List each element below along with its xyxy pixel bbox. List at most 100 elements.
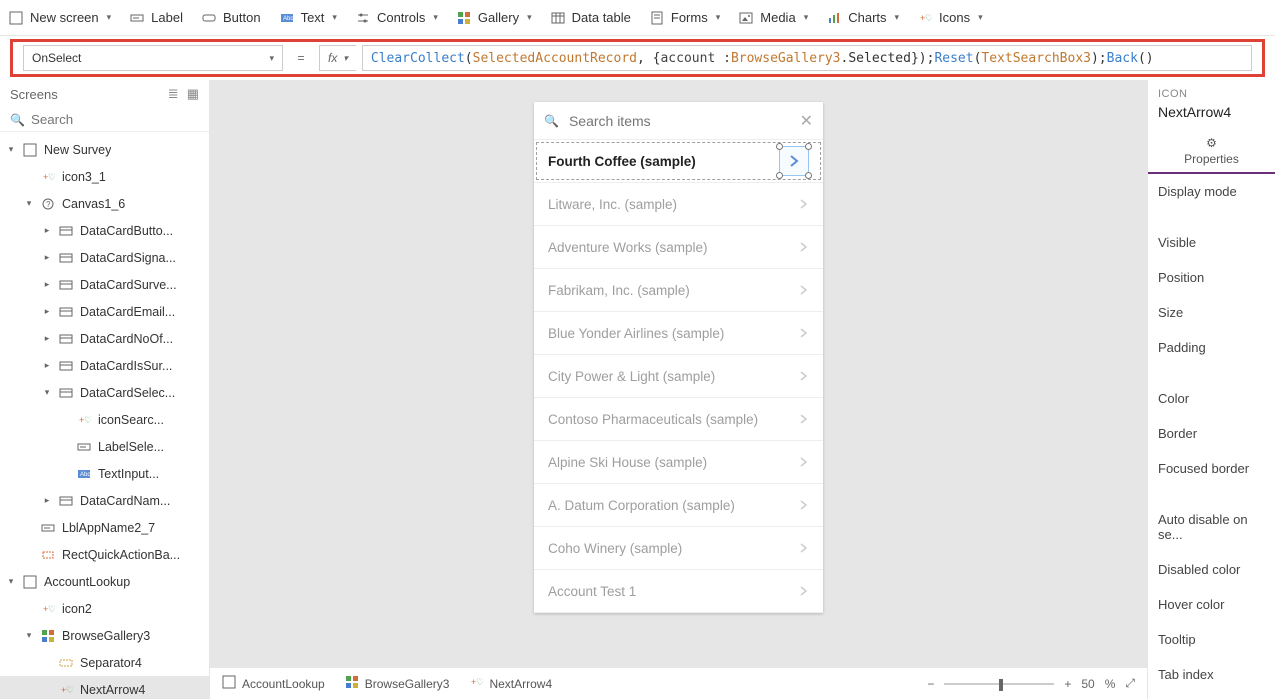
tree-node[interactable]: ▾New Survey [0, 136, 209, 163]
chevron-right-icon[interactable] [799, 412, 809, 427]
gallery-row[interactable]: Fourth Coffee (sample) [534, 140, 823, 183]
tree-node[interactable]: ▸DataCardSurve... [0, 271, 209, 298]
property-row[interactable]: Size [1148, 295, 1275, 330]
tree-toggle-icon[interactable]: ▸ [42, 225, 52, 236]
tree-node[interactable]: ▸DataCardNam... [0, 487, 209, 514]
property-row[interactable]: Disabled color [1148, 552, 1275, 587]
gallery-row[interactable]: Contoso Pharmaceuticals (sample) [534, 398, 823, 441]
gallery-row[interactable]: City Power & Light (sample) [534, 355, 823, 398]
property-row[interactable]: Padding [1148, 330, 1275, 365]
chevron-right-icon[interactable] [799, 541, 809, 556]
chevron-right-icon[interactable] [799, 584, 809, 599]
gallery-row[interactable]: Coho Winery (sample) [534, 527, 823, 570]
gallery-row[interactable]: Fabrikam, Inc. (sample) [534, 269, 823, 312]
gallery-row[interactable]: A. Datum Corporation (sample) [534, 484, 823, 527]
ribbon-gallery[interactable]: Gallery▾ [456, 10, 532, 26]
chevron-down-icon: ▾ [527, 12, 532, 23]
grid-view-icon[interactable]: ▦ [187, 86, 199, 102]
property-row[interactable]: Tooltip [1148, 622, 1275, 657]
tree-node[interactable]: ▸DataCardSigna... [0, 244, 209, 271]
ribbon-icons[interactable]: +♡Icons▾ [917, 10, 983, 26]
zoom-in-button[interactable]: + [1064, 677, 1071, 691]
breadcrumb-item[interactable]: AccountLookup [222, 675, 325, 692]
property-row[interactable]: Auto disable on se... [1148, 502, 1275, 552]
chevron-right-icon[interactable] [799, 326, 809, 341]
gallery-row[interactable]: Account Test 1 [534, 570, 823, 613]
tree-node[interactable]: ▸DataCardNoOf... [0, 325, 209, 352]
chevron-right-icon[interactable] [799, 498, 809, 513]
chevron-right-icon[interactable] [799, 283, 809, 298]
ribbon-data-table[interactable]: Data table [550, 10, 631, 26]
tree-node[interactable]: ▾BrowseGallery3 [0, 622, 209, 649]
property-row[interactable]: Visible [1148, 225, 1275, 260]
property-dropdown[interactable]: OnSelect ▾ [23, 45, 283, 71]
tree-node[interactable]: +♡icon3_1 [0, 163, 209, 190]
tree-search-input[interactable] [31, 112, 208, 127]
zoom-slider[interactable] [944, 683, 1054, 685]
fit-to-screen-icon[interactable]: ⤢ [1125, 676, 1135, 691]
tree-toggle-icon[interactable]: ▾ [24, 198, 34, 209]
ribbon-text[interactable]: AbcText▾ [279, 10, 337, 26]
zoom-out-button[interactable]: − [927, 677, 934, 691]
chevron-right-icon[interactable] [799, 197, 809, 212]
tree-toggle-icon[interactable]: ▸ [42, 495, 52, 506]
tree-toggle-icon[interactable]: ▾ [24, 630, 34, 641]
fx-button[interactable]: fx ▾ [319, 45, 356, 71]
tree-node[interactable]: +♡iconSearc... [0, 406, 209, 433]
tree-toggle-icon[interactable]: ▾ [6, 576, 16, 587]
tree-node-label: RectQuickActionBa... [62, 548, 180, 562]
property-row[interactable]: Focused border [1148, 451, 1275, 486]
tree-node[interactable]: +♡NextArrow4 [0, 676, 209, 699]
breadcrumb-item[interactable]: BrowseGallery3 [345, 675, 450, 692]
ribbon-new-screen[interactable]: New screen▾ [8, 10, 111, 26]
gallery-row[interactable]: Alpine Ski House (sample) [534, 441, 823, 484]
tree-node[interactable]: Separator4 [0, 649, 209, 676]
property-row[interactable]: Border [1148, 416, 1275, 451]
property-row[interactable]: Tab index [1148, 657, 1275, 692]
tree-node[interactable]: ▸DataCardEmail... [0, 298, 209, 325]
tree-node[interactable]: +♡icon2 [0, 595, 209, 622]
next-arrow-icon[interactable] [779, 146, 809, 176]
tree-node[interactable]: AbcTextInput... [0, 460, 209, 487]
list-view-icon[interactable]: ≣ [168, 86, 179, 102]
tree-toggle-icon[interactable]: ▾ [42, 387, 52, 398]
gallery-row[interactable]: Litware, Inc. (sample) [534, 183, 823, 226]
tree-node[interactable]: ▸DataCardIsSur... [0, 352, 209, 379]
tree-toggle-icon[interactable]: ▸ [42, 252, 52, 263]
chevron-right-icon[interactable] [799, 455, 809, 470]
tree-toggle-icon[interactable]: ▸ [42, 306, 52, 317]
ribbon-controls[interactable]: Controls▾ [355, 10, 438, 26]
ribbon-button[interactable]: Button [201, 10, 261, 26]
formula-bar[interactable]: ClearCollect(SelectedAccountRecord , {ac… [362, 45, 1252, 71]
breadcrumb-item[interactable]: +♡NextArrow4 [469, 675, 552, 692]
gallery-row[interactable]: Adventure Works (sample) [534, 226, 823, 269]
close-icon[interactable]: ✕ [800, 111, 813, 131]
tree-node[interactable]: ▾DataCardSelec... [0, 379, 209, 406]
ribbon-media[interactable]: Media▾ [738, 10, 808, 26]
tree-node[interactable]: RectQuickActionBa... [0, 541, 209, 568]
property-row[interactable]: Position [1148, 260, 1275, 295]
property-row[interactable]: Display mode [1148, 174, 1275, 209]
tree-node[interactable]: LblAppName2_7 [0, 514, 209, 541]
tree-toggle-icon[interactable]: ▸ [42, 333, 52, 344]
tab-properties[interactable]: ⚙ Properties [1174, 132, 1249, 172]
tree-toggle-icon[interactable]: ▸ [42, 279, 52, 290]
tree-node[interactable]: ▾?Canvas1_6 [0, 190, 209, 217]
chevron-right-icon[interactable] [799, 240, 809, 255]
ribbon-forms[interactable]: Forms▾ [649, 10, 720, 26]
property-row[interactable]: Hover color [1148, 587, 1275, 622]
ribbon-charts[interactable]: Charts▾ [826, 10, 899, 26]
tree-node[interactable]: ▾ AccountLookup [0, 568, 209, 595]
screen-icon [8, 10, 24, 26]
chevron-right-icon[interactable] [799, 369, 809, 384]
tree-node[interactable]: ▸DataCardButto... [0, 217, 209, 244]
gallery-row[interactable]: Blue Yonder Airlines (sample) [534, 312, 823, 355]
search-items-input[interactable] [569, 113, 790, 129]
tree-node-label: AccountLookup [44, 575, 130, 589]
property-row[interactable]: Color [1148, 381, 1275, 416]
tree-node[interactable]: LabelSele... [0, 433, 209, 460]
tree-toggle-icon[interactable]: ▸ [42, 360, 52, 371]
ribbon-label[interactable]: Label [129, 10, 183, 26]
tree-toggle-icon[interactable]: ▾ [6, 144, 16, 155]
property-dropdown-label: OnSelect [32, 51, 81, 65]
